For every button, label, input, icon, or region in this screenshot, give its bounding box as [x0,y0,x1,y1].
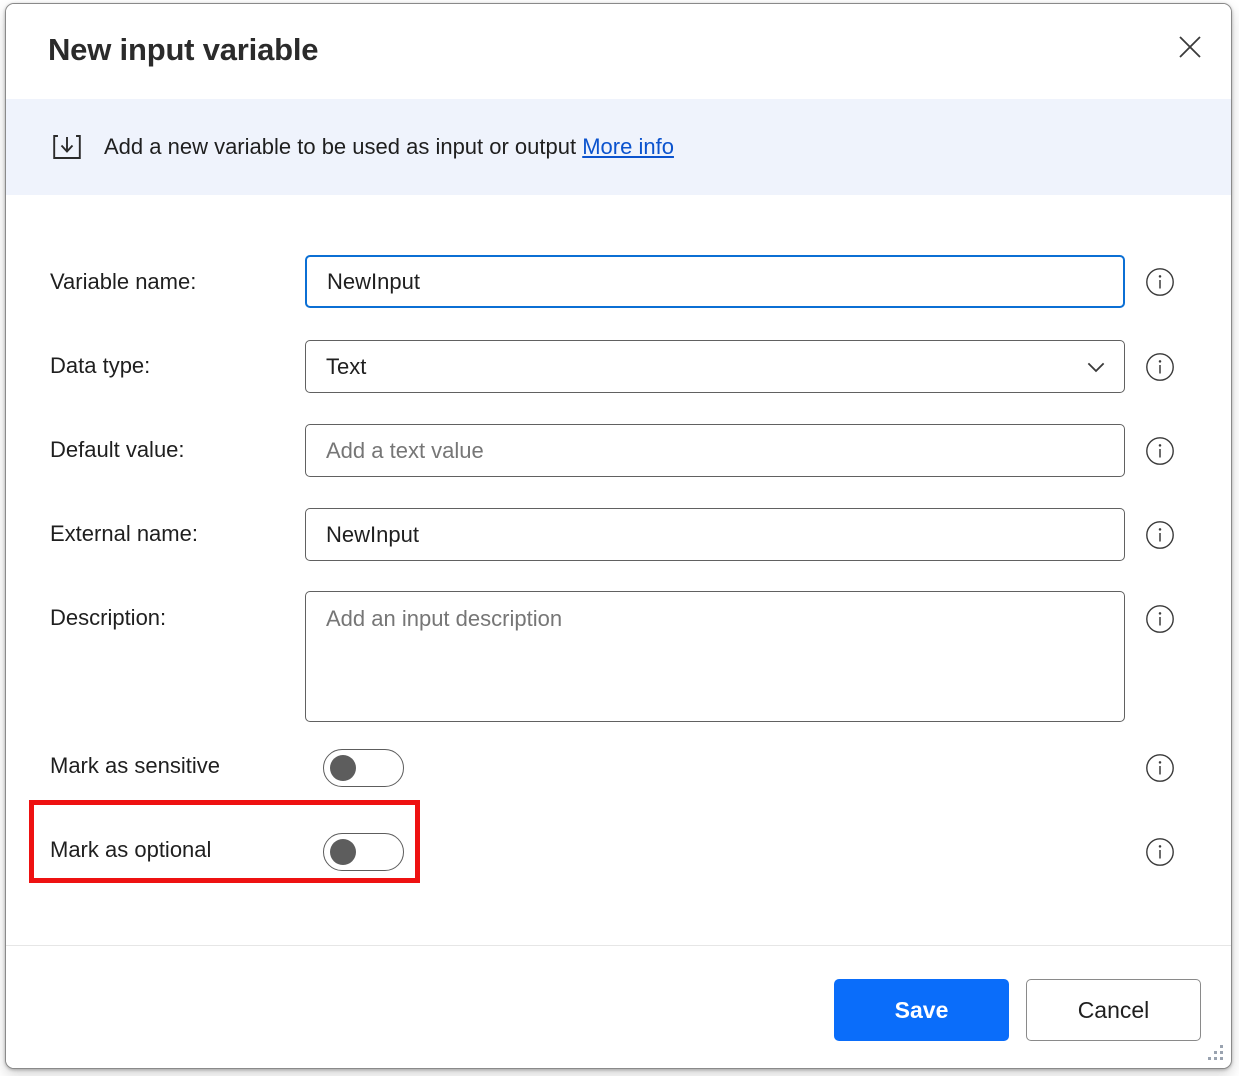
info-icon-description[interactable] [1145,604,1175,634]
info-icon-external-name[interactable] [1145,520,1175,550]
toggle-mark-as-sensitive[interactable] [323,749,404,787]
close-icon [1177,34,1203,60]
info-icon-variable-name[interactable] [1145,267,1175,297]
chevron-down-icon [1085,356,1107,378]
description-textarea[interactable] [305,591,1125,722]
label-variable-name: Variable name: [50,269,197,294]
variable-name-input[interactable] [305,255,1125,308]
data-type-select-box[interactable]: Text [305,340,1125,393]
close-button[interactable] [1159,18,1221,76]
toggle-mark-as-optional[interactable] [323,833,404,871]
save-button[interactable]: Save [834,979,1009,1041]
form-body: Variable name: Data type: Text [6,195,1231,945]
label-default-value: Default value: [50,437,185,462]
more-info-link[interactable]: More info [582,134,674,159]
data-type-select[interactable]: Text [305,340,1125,393]
data-type-value: Text [326,353,367,379]
cancel-button[interactable]: Cancel [1026,979,1201,1041]
toggle-knob [330,839,356,865]
banner-message: Add a new variable to be used as input o… [104,134,674,160]
page-title: New input variable [48,32,319,67]
dialog-titlebar: New input variable [6,4,1231,99]
info-icon-mark-as-sensitive[interactable] [1145,753,1175,783]
info-icon-default-value[interactable] [1145,436,1175,466]
label-external-name: External name: [50,521,198,546]
label-description: Description: [50,605,167,630]
info-icon-data-type[interactable] [1145,352,1175,382]
dialog-footer: Save Cancel [6,945,1231,1068]
default-value-input[interactable] [305,424,1125,477]
import-input-icon [50,130,84,164]
toggle-knob [330,755,356,781]
label-mark-as-sensitive: Mark as sensitive [50,753,220,778]
external-name-input[interactable] [305,508,1125,561]
info-icon-mark-as-optional[interactable] [1145,837,1175,867]
label-mark-as-optional: Mark as optional [50,837,212,862]
label-data-type: Data type: [50,353,151,378]
banner-message-text: Add a new variable to be used as input o… [104,134,577,159]
resize-grip[interactable] [1201,1040,1227,1066]
dialog-window: New input variable Add a new variable to… [5,3,1232,1069]
info-banner: Add a new variable to be used as input o… [6,99,1231,195]
